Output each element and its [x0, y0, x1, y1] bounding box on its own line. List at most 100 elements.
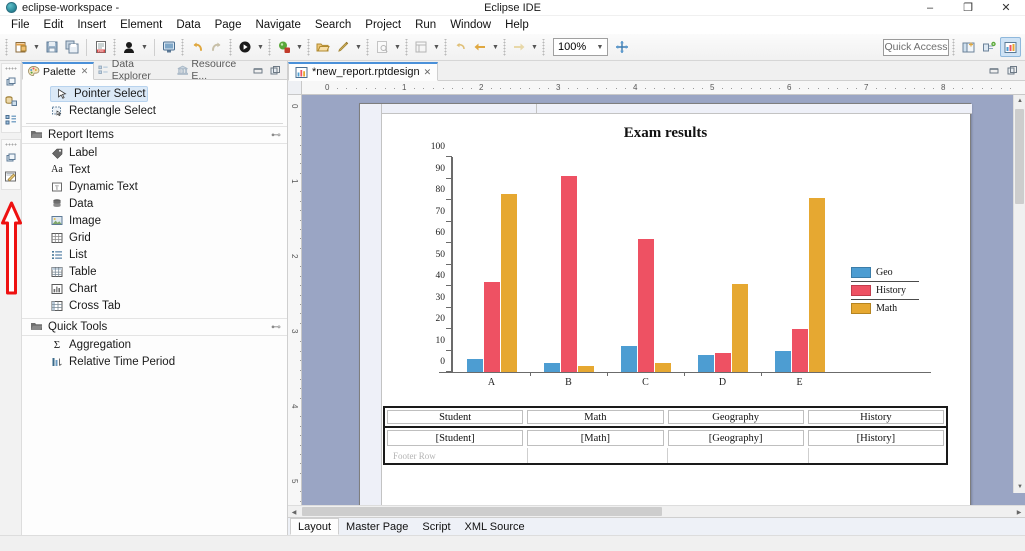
table-header-cell[interactable]: Student — [387, 410, 523, 424]
vertical-ruler[interactable]: 012345 — [288, 95, 302, 505]
scroll-up-icon[interactable]: ▲ — [1014, 95, 1025, 107]
scrollbar-thumb[interactable] — [1015, 109, 1024, 204]
user-dropdown-icon[interactable]: ▼ — [139, 37, 150, 57]
collapse-icon[interactable]: ⊷ — [271, 322, 281, 333]
data-explorer-icon[interactable] — [2, 91, 20, 110]
open-folder-icon[interactable] — [313, 37, 333, 57]
menu-search[interactable]: Search — [308, 16, 358, 34]
chevron-down-icon[interactable]: ▼ — [593, 44, 607, 51]
palette-item-label[interactable]: Label — [22, 144, 287, 161]
palette-tool-rectangle-select[interactable]: Rectangle Select — [22, 102, 287, 119]
save-all-icon[interactable] — [62, 37, 82, 57]
table-header-cell[interactable]: Math — [527, 410, 663, 424]
table-footer-row[interactable]: Footer Row — [385, 448, 946, 463]
restore-view-icon[interactable] — [2, 148, 20, 167]
report-design-perspective-icon[interactable] — [1000, 37, 1021, 57]
palette-item-chart[interactable]: Chart — [22, 280, 287, 297]
edit-pen-icon[interactable] — [333, 37, 353, 57]
rail-drag-handle-2[interactable] — [5, 142, 17, 146]
palette-item-list[interactable]: List — [22, 246, 287, 263]
palette-item-table[interactable]: Table — [22, 263, 287, 280]
back-curve-icon[interactable] — [450, 37, 470, 57]
menu-edit[interactable]: Edit — [37, 16, 71, 34]
close-icon[interactable]: ✕ — [424, 67, 432, 78]
scroll-right-icon[interactable]: ▶ — [1013, 506, 1025, 518]
zoom-combo[interactable]: 100% ▼ — [553, 38, 608, 56]
back-arrow-icon[interactable] — [470, 37, 490, 57]
report-table[interactable]: Student Math Geography History [Student]… — [383, 406, 948, 465]
minimize-view-icon[interactable] — [988, 65, 1001, 77]
layout-icon[interactable] — [411, 37, 431, 57]
menu-project[interactable]: Project — [358, 16, 408, 34]
tab-xml-source[interactable]: XML Source — [458, 518, 532, 535]
palette-item-dynamic-text[interactable]: T Dynamic Text — [22, 178, 287, 195]
menu-element[interactable]: Element — [113, 16, 169, 34]
fit-page-icon[interactable] — [612, 37, 632, 57]
chart-element[interactable]: Exam results ABCDE 010203040506070809010… — [383, 115, 948, 400]
palette-item-text[interactable]: Aa Text — [22, 161, 287, 178]
tab-resource-explorer[interactable]: Resource E... — [173, 61, 252, 79]
design-canvas[interactable]: Exam results ABCDE 010203040506070809010… — [302, 95, 1025, 505]
close-button[interactable]: ✕ — [987, 0, 1025, 16]
menu-page[interactable]: Page — [208, 16, 249, 34]
palette-item-data[interactable]: Data — [22, 195, 287, 212]
menu-window[interactable]: Window — [443, 16, 498, 34]
redo-curve-icon[interactable] — [207, 37, 227, 57]
table-detail-cell[interactable]: [Geography] — [668, 430, 804, 446]
minimize-button[interactable]: – — [911, 0, 949, 16]
display-icon[interactable] — [159, 37, 179, 57]
table-header-cell[interactable]: History — [808, 410, 944, 424]
maximize-view-icon[interactable] — [1006, 65, 1019, 77]
palette-item-cross-tab[interactable]: Cross Tab — [22, 297, 287, 314]
tab-layout[interactable]: Layout — [290, 518, 339, 535]
palette-item-relative-time-period[interactable]: Relative Time Period — [22, 353, 287, 370]
report-preview-icon[interactable]: PDF — [91, 37, 111, 57]
run-dropdown-icon[interactable]: ▼ — [255, 37, 266, 57]
menu-help[interactable]: Help — [498, 16, 536, 34]
palette-item-aggregation[interactable]: Σ Aggregation — [22, 336, 287, 353]
canvas-vertical-scrollbar[interactable]: ▲ ▼ — [1013, 95, 1025, 493]
back-dropdown-icon[interactable]: ▼ — [490, 37, 501, 57]
forward-arrow-icon[interactable] — [509, 37, 529, 57]
maximize-button[interactable]: ❐ — [949, 0, 987, 16]
table-detail-cell[interactable]: [History] — [808, 430, 944, 446]
table-detail-cell[interactable]: [Math] — [527, 430, 663, 446]
rail-drag-handle[interactable] — [5, 66, 17, 70]
menu-data[interactable]: Data — [169, 16, 207, 34]
scrollbar-thumb[interactable] — [302, 507, 662, 516]
table-footer-cell[interactable] — [808, 448, 945, 463]
table-footer-cell[interactable] — [667, 448, 804, 463]
new-icon[interactable] — [11, 37, 31, 57]
table-header-cell[interactable]: Geography — [668, 410, 804, 424]
minimize-view-icon[interactable] — [252, 65, 265, 77]
canvas-horizontal-scrollbar[interactable]: ◀ ▶ — [288, 505, 1025, 517]
outline-icon[interactable] — [2, 110, 20, 129]
editor-tab-new-report[interactable]: *new_report.rptdesign ✕ — [288, 62, 438, 81]
scroll-down-icon[interactable]: ▼ — [1014, 481, 1025, 493]
menu-run[interactable]: Run — [408, 16, 443, 34]
tab-data-explorer[interactable]: Data Explorer — [94, 61, 173, 79]
palette-group-report-items[interactable]: Report Items ⊷ — [22, 126, 287, 144]
menu-navigate[interactable]: Navigate — [248, 16, 307, 34]
palette-tool-pointer-select[interactable]: Pointer Select — [50, 86, 148, 102]
palette-item-image[interactable]: Image — [22, 212, 287, 229]
java-perspective-icon[interactable] — [979, 37, 1000, 57]
palette-group-quick-tools[interactable]: Quick Tools ⊷ — [22, 318, 287, 336]
close-icon[interactable]: ✕ — [81, 66, 89, 77]
search-icon[interactable] — [372, 37, 392, 57]
layout-dropdown-icon[interactable]: ▼ — [431, 37, 442, 57]
tab-master-page[interactable]: Master Page — [339, 518, 415, 535]
pen-dropdown-icon[interactable]: ▼ — [353, 37, 364, 57]
table-detail-cell[interactable]: [Student] — [387, 430, 523, 446]
report-page[interactable]: Exam results ABCDE 010203040506070809010… — [359, 103, 971, 505]
collapse-icon[interactable]: ⊷ — [271, 130, 281, 141]
tab-script[interactable]: Script — [415, 518, 457, 535]
tab-palette[interactable]: Palette ✕ — [22, 62, 94, 80]
new-dropdown-icon[interactable]: ▼ — [31, 37, 42, 57]
undo-curve-icon[interactable] — [187, 37, 207, 57]
run-icon[interactable] — [235, 37, 255, 57]
forward-dropdown-icon[interactable]: ▼ — [529, 37, 540, 57]
palette-item-grid[interactable]: Grid — [22, 229, 287, 246]
scroll-left-icon[interactable]: ◀ — [288, 506, 300, 518]
restore-view-icon[interactable] — [2, 72, 20, 91]
